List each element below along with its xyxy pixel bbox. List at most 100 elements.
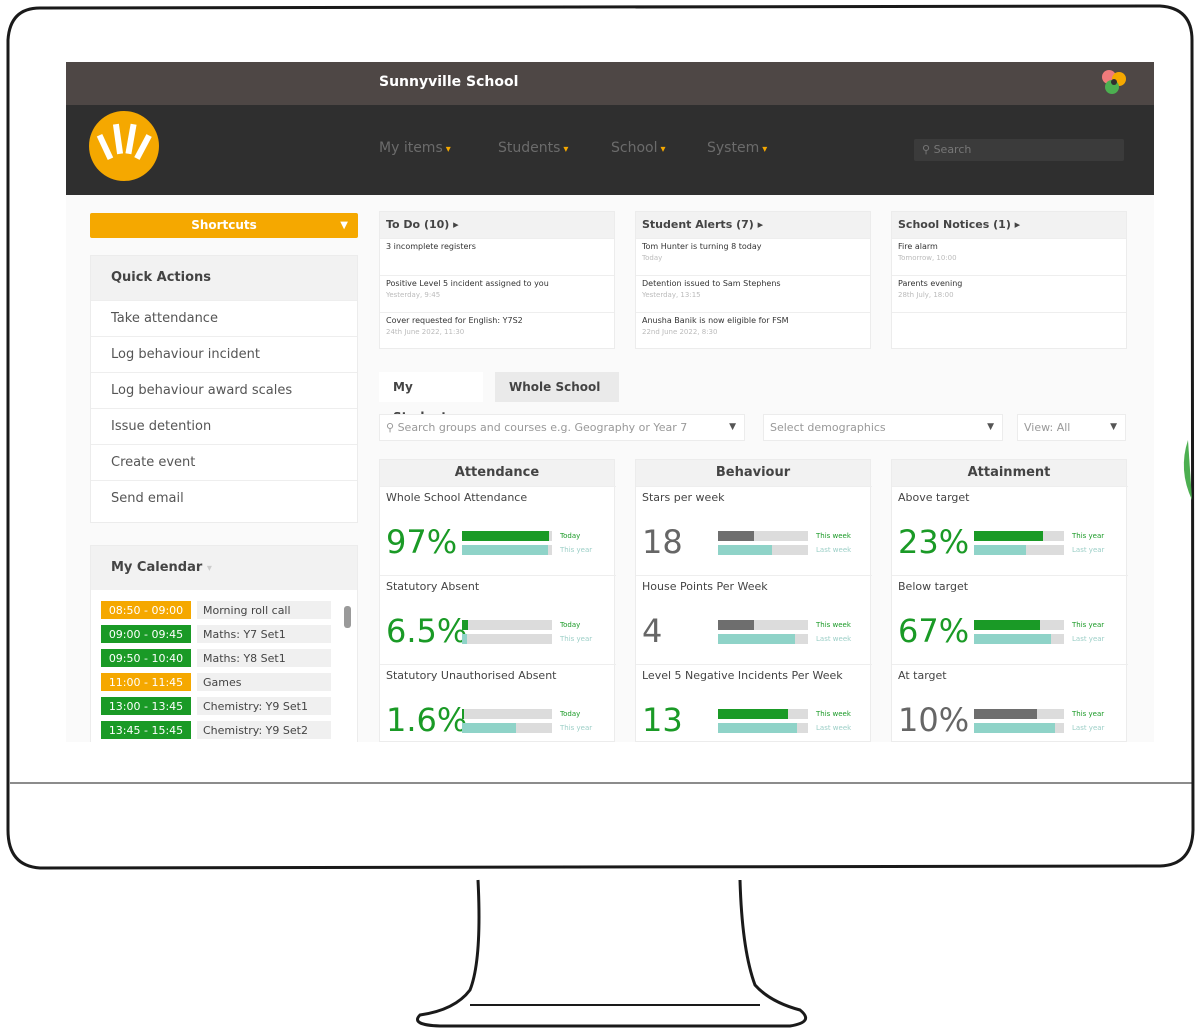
caret-down-icon: ▾ [563, 144, 569, 155]
bar-legend: This year [560, 635, 593, 643]
quick-action-take-attendance[interactable]: Take attendance [91, 300, 357, 336]
metric-value: 13 [642, 701, 683, 739]
metric-tile[interactable]: Stars per week 18 This week Last week [636, 486, 872, 575]
bar-fill [974, 620, 1040, 630]
school-notices-title[interactable]: School Notices (1) ▸ [892, 212, 1126, 238]
metric-value: 10% [898, 701, 970, 739]
metric-value: 23% [898, 523, 970, 561]
student-alerts-card: Student Alerts (7) ▸ Tom Hunter is turni… [635, 211, 871, 349]
event-label: Chemistry: Y9 Set2 [197, 721, 331, 739]
bar-legend: This year [1072, 621, 1105, 629]
metric-tile[interactable]: House Points Per Week 4 This week Last week [636, 575, 872, 664]
event-label: Morning roll call [197, 601, 331, 619]
event-label: Maths: Y7 Set1 [197, 625, 331, 643]
metric-tile[interactable]: Below target 67% This year Last year [892, 575, 1128, 664]
student-alerts-title[interactable]: Student Alerts (7) ▸ [636, 212, 870, 238]
bar-legend: This week [816, 710, 851, 718]
bar-legend: This year [560, 724, 593, 732]
brand-logo-icon[interactable] [1099, 67, 1129, 97]
bar-legend: This week [816, 532, 851, 540]
primary-bar [718, 709, 808, 719]
primary-bar [462, 620, 552, 630]
caret-down-icon: ▾ [660, 144, 666, 155]
quick-action-log-behaviour-incident[interactable]: Log behaviour incident [91, 336, 357, 372]
bar-fill [974, 531, 1044, 541]
bar-legend: Last year [1072, 546, 1105, 554]
caret-down-icon: ▾ [762, 144, 768, 155]
todo-item[interactable]: Positive Level 5 incident assigned to yo… [380, 275, 614, 312]
dropdown-arrow-icon: ▼ [340, 220, 348, 231]
attendance-heading: Attendance [380, 460, 614, 486]
nav-students[interactable]: Students ▾ [498, 140, 568, 156]
calendar-list: 08:50 - 09:00 Morning roll call 09:00 - 0… [91, 596, 357, 742]
view-select[interactable]: View: All ▼ [1017, 414, 1126, 441]
alert-item[interactable]: Detention issued to Sam Stephens Yesterda… [636, 275, 870, 312]
nav-system[interactable]: System ▾ [707, 140, 767, 156]
nav-school[interactable]: School ▾ [611, 140, 666, 156]
event-label: Games [197, 673, 331, 691]
attainment-column: Attainment Above target 23% This year Last … [891, 459, 1128, 742]
bar-fill [718, 545, 772, 555]
tab-my-students[interactable]: My Students [379, 372, 483, 424]
metric-title: Stars per week [642, 491, 725, 504]
nav-my-items[interactable]: My items ▾ [379, 140, 451, 156]
top-bar: Sunnyville School [66, 62, 1154, 105]
quick-action-send-email[interactable]: Send email [91, 480, 357, 516]
calendar-scrollbar[interactable] [344, 606, 351, 628]
bar-fill [462, 634, 467, 644]
event-label: Chemistry: Y9 Set1 [197, 697, 331, 715]
chevron-down-icon: ▼ [729, 422, 736, 432]
bar-fill [974, 723, 1055, 733]
metric-tile[interactable]: At target 10% This year Last year [892, 664, 1128, 742]
quick-actions-panel: Quick Actions Take attendance Log behavi… [90, 255, 358, 523]
bar-fill [718, 709, 789, 719]
metric-tile[interactable]: Above target 23% This year Last year [892, 486, 1128, 575]
search-icon: ⚲ [922, 143, 934, 156]
todo-item[interactable]: Cover requested for English: Y7S2 24th Ju… [380, 312, 614, 349]
todo-item[interactable]: 3 incomplete registers [380, 238, 614, 275]
metric-tile[interactable]: Level 5 Negative Incidents Per Week 13 Thi… [636, 664, 872, 742]
school-logo-icon[interactable] [88, 110, 160, 182]
metric-value: 67% [898, 612, 970, 650]
main-nav: My items ▾ Students ▾ School ▾ System ▾ ⚲ Se… [66, 105, 1154, 195]
school-name: Sunnyville School [379, 74, 519, 90]
notice-item[interactable]: Fire alarm Tomorrow, 10:00 [892, 238, 1126, 275]
bar-legend: Today [560, 621, 581, 629]
app-screen: Sunnyville School My items ▾ Students ▾ Sc… [66, 62, 1154, 742]
search-input[interactable]: ⚲ Search [914, 139, 1124, 161]
comparison-bar [462, 545, 552, 555]
metric-title: Below target [898, 580, 969, 593]
demographics-select[interactable]: Select demographics ▼ [763, 414, 1003, 441]
shortcuts-button[interactable]: Shortcuts ▼ [90, 213, 358, 238]
metric-value: 4 [642, 612, 663, 650]
quick-action-create-event[interactable]: Create event [91, 444, 357, 480]
metric-value: 6.5% [386, 612, 468, 650]
bar-legend: This year [1072, 710, 1105, 718]
bar-legend: This year [560, 546, 593, 554]
alert-item[interactable]: Anusha Banik is now eligible for FSM 22nd… [636, 312, 870, 349]
bar-fill [718, 531, 754, 541]
tab-whole-school[interactable]: Whole School [495, 372, 619, 402]
quick-actions-title: Quick Actions [91, 256, 357, 300]
chevron-down-icon: ▼ [1110, 422, 1117, 432]
quick-action-log-award-scales[interactable]: Log behaviour award scales [91, 372, 357, 408]
chevron-down-icon[interactable]: ▾ [207, 563, 212, 574]
caret-down-icon: ▾ [445, 144, 451, 155]
notice-item[interactable]: Parents evening 28th July, 18:00 [892, 275, 1126, 312]
bar-fill [462, 545, 549, 555]
groups-search-input[interactable]: ⚲ Search groups and courses e.g. Geograp… [379, 414, 745, 441]
bar-legend: This week [816, 621, 851, 629]
comparison-bar [974, 545, 1064, 555]
quick-action-issue-detention[interactable]: Issue detention [91, 408, 357, 444]
metric-value: 1.6% [386, 701, 468, 739]
metric-value: 18 [642, 523, 683, 561]
event-time: 13:45 - 15:45 [101, 721, 191, 739]
metric-tile[interactable]: Whole School Attendance 97% Today This year [380, 486, 616, 575]
behaviour-column: Behaviour Stars per week 18 This week Last … [635, 459, 872, 742]
todo-title[interactable]: To Do (10) ▸ [380, 212, 614, 238]
alert-item[interactable]: Tom Hunter is turning 8 today Today [636, 238, 870, 275]
metric-tile[interactable]: Statutory Unauthorised Absent 1.6% Today Th… [380, 664, 616, 742]
metric-tile[interactable]: Statutory Absent 6.5% Today This year [380, 575, 616, 664]
bar-fill [462, 620, 468, 630]
metric-title: Whole School Attendance [386, 491, 528, 504]
